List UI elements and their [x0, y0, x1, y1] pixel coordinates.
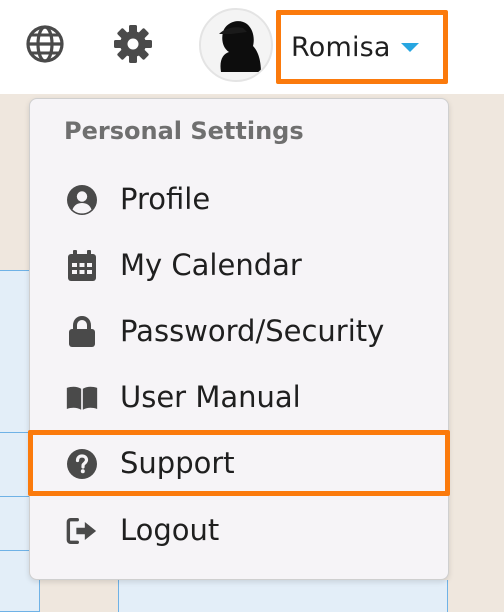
user-menu-button[interactable]: Romisa: [276, 10, 448, 84]
menu-section-header: Personal Settings: [64, 117, 304, 145]
menu-item-logout[interactable]: Logout: [30, 500, 448, 560]
book-icon: [66, 382, 98, 414]
user-circle-icon: [66, 184, 98, 216]
settings-button[interactable]: [111, 22, 155, 66]
logout-icon: [66, 515, 98, 547]
top-navigation-bar: Romisa: [0, 0, 504, 94]
menu-item-label: My Calendar: [120, 248, 302, 282]
menu-item-password-security[interactable]: Password/Security: [30, 301, 448, 361]
menu-item-label: Password/Security: [120, 314, 385, 348]
user-avatar-image: [201, 10, 271, 80]
language-button[interactable]: [23, 22, 67, 66]
menu-item-profile[interactable]: Profile: [30, 169, 448, 229]
lock-icon: [66, 316, 98, 348]
menu-item-label: Profile: [120, 182, 211, 216]
gear-icon: [114, 25, 152, 63]
menu-item-label: User Manual: [120, 380, 301, 414]
menu-item-label: Support: [120, 446, 235, 480]
menu-item-user-manual[interactable]: User Manual: [30, 367, 448, 427]
caret-down-icon: [400, 42, 419, 52]
menu-item-support[interactable]: Support: [30, 433, 448, 493]
menu-item-my-calendar[interactable]: My Calendar: [30, 235, 448, 295]
globe-icon: [26, 25, 64, 63]
user-dropdown-menu: Personal Settings Profile My Calendar Pa…: [29, 98, 449, 580]
avatar[interactable]: [199, 8, 273, 82]
question-circle-icon: [66, 448, 98, 480]
menu-item-label: Logout: [120, 513, 220, 547]
calendar-icon: [66, 250, 98, 282]
calendar-grid-cell: [118, 580, 448, 612]
user-name: Romisa: [291, 31, 391, 63]
